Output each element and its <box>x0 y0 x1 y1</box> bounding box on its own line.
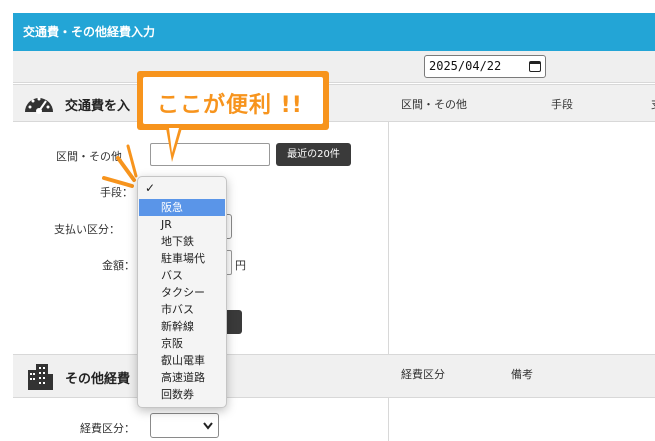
date-value: 2025/04/22 <box>429 59 502 73</box>
dropdown-option-subway[interactable]: 地下鉄 <box>139 233 225 250</box>
callout-box: ここが便利 !! <box>137 71 329 130</box>
col-header-category: 経費区分 <box>401 368 445 381</box>
app-title: 交通費・その他経費入力 <box>23 25 156 39</box>
category-label: 経費区分： <box>80 422 135 435</box>
col-header-payment: 支 <box>651 96 655 112</box>
transport-section-title: 交通費を入 <box>65 99 131 114</box>
transport-list-header: 区間・その他 手段 支 <box>389 84 655 122</box>
date-input[interactable]: 2025/04/22 <box>424 55 546 78</box>
recent-20-button[interactable]: 最近の20件 <box>276 143 351 166</box>
other-list-header: 経費区分 備考 <box>389 354 655 398</box>
dropdown-option-shinkansen[interactable]: 新幹線 <box>139 318 225 335</box>
col-header-section: 区間・その他 <box>401 98 467 111</box>
dropdown-blank-option[interactable]: ✓ <box>139 180 225 197</box>
dropdown-option-parking[interactable]: 駐車場代 <box>139 250 225 267</box>
dropdown-option-keihan[interactable]: 京阪 <box>139 335 225 352</box>
building-icon <box>28 364 53 390</box>
col-header-means: 手段 <box>551 98 573 111</box>
callout-text: ここが便利 !! <box>157 93 303 118</box>
speedometer-icon <box>25 97 53 114</box>
checkmark-icon: ✓ <box>145 181 156 195</box>
date-bar: 2025/04/22 <box>13 51 655 83</box>
other-section-title: その他経費 <box>65 372 131 387</box>
yen-unit: 円 <box>235 259 246 272</box>
dropdown-option-coupon[interactable]: 回数券 <box>139 386 225 403</box>
callout-inner: ここが便利 !! <box>143 77 323 124</box>
payment-label: 支払い区分： <box>54 223 120 236</box>
means-dropdown[interactable]: ✓ 阪急 JR 地下鉄 駐車場代 バス タクシー 市バス 新幹線 京阪 叡山電車… <box>137 176 227 408</box>
dropdown-option-bus[interactable]: バス <box>139 267 225 284</box>
dropdown-option-expressway[interactable]: 高速道路 <box>139 369 225 386</box>
chevron-down-icon <box>203 422 213 430</box>
amount-label: 金額： <box>102 259 135 272</box>
app-title-bar: 交通費・その他経費入力 <box>13 13 655 51</box>
dropdown-option-city-bus[interactable]: 市バス <box>139 301 225 318</box>
dropdown-option-taxi[interactable]: タクシー <box>139 284 225 301</box>
calendar-icon[interactable] <box>529 61 541 72</box>
col-header-note: 備考 <box>511 368 533 381</box>
dropdown-option-hankyu[interactable]: 阪急 <box>139 199 225 216</box>
category-select[interactable] <box>150 413 219 438</box>
dropdown-option-jr[interactable]: JR <box>139 216 225 233</box>
dropdown-option-eizan[interactable]: 叡山電車 <box>139 352 225 369</box>
